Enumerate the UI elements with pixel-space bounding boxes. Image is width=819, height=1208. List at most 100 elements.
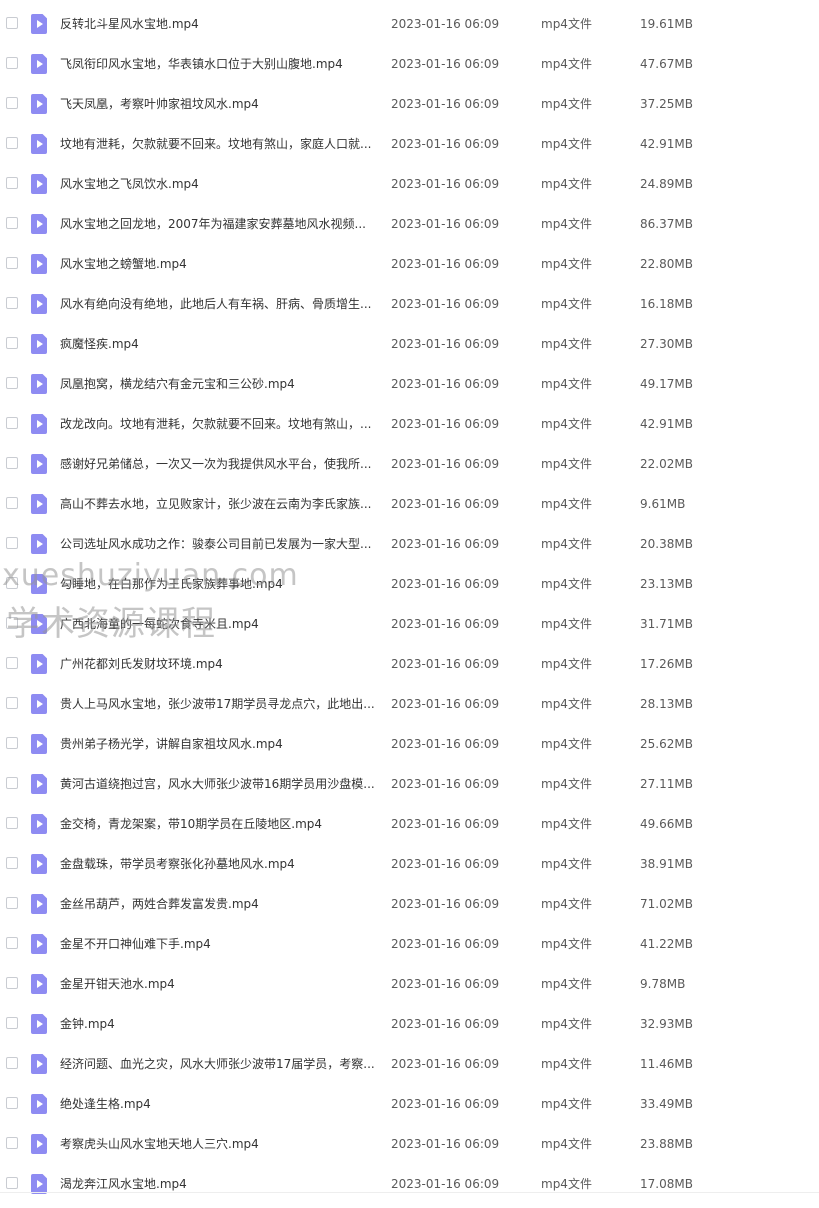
file-name[interactable]: 金星不开口神仙难下手.mp4 xyxy=(60,936,378,952)
file-row[interactable]: 坟地有泄耗，欠款就要不回来。坟地有煞山，家庭人口就... 2023-01-16 0… xyxy=(0,124,819,164)
checkbox-icon[interactable] xyxy=(6,897,18,909)
file-size: 47.67MB xyxy=(640,57,693,71)
file-name[interactable]: 金交椅，青龙架案，带10期学员在丘陵地区.mp4 xyxy=(60,816,378,832)
checkbox-icon[interactable] xyxy=(6,377,18,389)
video-file-icon xyxy=(31,334,47,354)
file-row[interactable]: 黄河古道绕抱过宫，风水大师张少波带16期学员用沙盘模... 2023-01-16 … xyxy=(0,764,819,804)
file-size: 25.62MB xyxy=(640,737,693,751)
file-row[interactable]: 贵州弟子杨光学，讲解自家祖坟风水.mp4 2023-01-16 06:09 mp4文… xyxy=(0,724,819,764)
checkbox-icon[interactable] xyxy=(6,57,18,69)
file-size: 28.13MB xyxy=(640,697,693,711)
file-name[interactable]: 飞天凤凰，考察叶帅家祖坟风水.mp4 xyxy=(60,96,378,112)
file-name[interactable]: 广州花都刘氏发财坟环境.mp4 xyxy=(60,656,378,672)
file-name[interactable]: 风水宝地之螃蟹地.mp4 xyxy=(60,256,378,272)
file-row[interactable]: 金星开钳天池水.mp4 2023-01-16 06:09 mp4文件 9.78MB xyxy=(0,964,819,1004)
checkbox-icon[interactable] xyxy=(6,937,18,949)
file-name[interactable]: 金丝吊葫芦，两姓合葬发富发贵.mp4 xyxy=(60,896,378,912)
checkbox-icon[interactable] xyxy=(6,337,18,349)
checkbox-icon[interactable] xyxy=(6,1137,18,1149)
file-row[interactable]: 金交椅，青龙架案，带10期学员在丘陵地区.mp4 2023-01-16 06:09… xyxy=(0,804,819,844)
file-row[interactable]: 贵人上马风水宝地，张少波带17期学员寻龙点穴，此地出... 2023-01-16 … xyxy=(0,684,819,724)
file-modified-date: 2023-01-16 06:09 xyxy=(391,697,500,711)
checkbox-icon[interactable] xyxy=(6,97,18,109)
checkbox-icon[interactable] xyxy=(6,1017,18,1029)
checkbox-icon[interactable] xyxy=(6,737,18,749)
file-name[interactable]: 考察虎头山风水宝地天地人三穴.mp4 xyxy=(60,1136,378,1152)
video-file-icon xyxy=(31,214,47,234)
file-row[interactable]: 感谢好兄弟储总，一次又一次为我提供风水平台，使我所... 2023-01-16 0… xyxy=(0,444,819,484)
file-name[interactable]: 风水宝地之回龙地，2007年为福建家安葬墓地风水视频... xyxy=(60,216,378,232)
file-row[interactable]: 疯魔怪疾.mp4 2023-01-16 06:09 mp4文件 27.30MB xyxy=(0,324,819,364)
checkbox-icon[interactable] xyxy=(6,497,18,509)
checkbox-icon[interactable] xyxy=(6,577,18,589)
file-name[interactable]: 金盘载珠，带学员考察张化孙墓地风水.mp4 xyxy=(60,856,378,872)
file-row[interactable]: 改龙改向。坟地有泄耗，欠款就要不回来。坟地有煞山，... 2023-01-16 0… xyxy=(0,404,819,444)
file-row[interactable]: 渴龙奔江风水宝地.mp4 2023-01-16 06:09 mp4文件 17.08MB xyxy=(0,1164,819,1204)
file-name[interactable]: 风水有绝向没有绝地，此地后人有车祸、肝病、骨质增生... xyxy=(60,296,378,312)
file-name[interactable]: 反转北斗星风水宝地.mp4 xyxy=(60,16,378,32)
file-row[interactable]: 金盘载珠，带学员考察张化孙墓地风水.mp4 2023-01-16 06:09 mp4… xyxy=(0,844,819,884)
checkbox-icon[interactable] xyxy=(6,857,18,869)
file-type: mp4文件 xyxy=(541,17,592,31)
file-name[interactable]: 金星开钳天池水.mp4 xyxy=(60,976,378,992)
file-row[interactable]: 经济问题、血光之灾，风水大师张少波带17届学员，考察... 2023-01-16 … xyxy=(0,1044,819,1084)
checkbox-icon[interactable] xyxy=(6,177,18,189)
file-row[interactable]: 绝处逢生格.mp4 2023-01-16 06:09 mp4文件 33.49MB xyxy=(0,1084,819,1124)
file-name[interactable]: 坟地有泄耗，欠款就要不回来。坟地有煞山，家庭人口就... xyxy=(60,136,378,152)
checkbox-icon[interactable] xyxy=(6,977,18,989)
file-name[interactable]: 贵州弟子杨光学，讲解自家祖坟风水.mp4 xyxy=(60,736,378,752)
file-row[interactable]: 反转北斗星风水宝地.mp4 2023-01-16 06:09 mp4文件 19.61M… xyxy=(0,4,819,44)
file-row[interactable]: 凤凰抱窝，横龙结穴有金元宝和三公砂.mp4 2023-01-16 06:09 mp4… xyxy=(0,364,819,404)
file-row[interactable]: 飞凤衔印风水宝地，华表镇水口位于大别山腹地.mp4 2023-01-16 06:0… xyxy=(0,44,819,84)
file-row[interactable]: 飞天凤凰，考察叶帅家祖坟风水.mp4 2023-01-16 06:09 mp4文件 3… xyxy=(0,84,819,124)
checkbox-icon[interactable] xyxy=(6,1057,18,1069)
file-name[interactable]: 疯魔怪疾.mp4 xyxy=(60,336,378,352)
file-name[interactable]: 渴龙奔江风水宝地.mp4 xyxy=(60,1176,378,1192)
checkbox-icon[interactable] xyxy=(6,1177,18,1189)
file-name[interactable]: 广西北海童的一每蛇次食寺米且.mp4 xyxy=(60,616,378,632)
file-row[interactable]: 风水宝地之回龙地，2007年为福建家安葬墓地风水视频... 2023-01-16 … xyxy=(0,204,819,244)
checkbox-icon[interactable] xyxy=(6,417,18,429)
file-row[interactable]: 高山不葬去水地，立见败家计，张少波在云南为李氏家族... 2023-01-16 0… xyxy=(0,484,819,524)
checkbox-icon[interactable] xyxy=(6,457,18,469)
file-name[interactable]: 改龙改向。坟地有泄耗，欠款就要不回来。坟地有煞山，... xyxy=(60,416,378,432)
file-name[interactable]: 公司选址风水成功之作：骏泰公司目前已发展为一家大型... xyxy=(60,536,378,552)
file-name[interactable]: 经济问题、血光之灾，风水大师张少波带17届学员，考察... xyxy=(60,1056,378,1072)
file-size: 24.89MB xyxy=(640,177,693,191)
file-row[interactable]: 金丝吊葫芦，两姓合葬发富发贵.mp4 2023-01-16 06:09 mp4文件 7… xyxy=(0,884,819,924)
checkbox-icon[interactable] xyxy=(6,137,18,149)
file-name[interactable]: 高山不葬去水地，立见败家计，张少波在云南为李氏家族... xyxy=(60,496,378,512)
file-name[interactable]: 凤凰抱窝，横龙结穴有金元宝和三公砂.mp4 xyxy=(60,376,378,392)
checkbox-icon[interactable] xyxy=(6,257,18,269)
file-row[interactable]: 公司选址风水成功之作：骏泰公司目前已发展为一家大型... 2023-01-16 0… xyxy=(0,524,819,564)
checkbox-icon[interactable] xyxy=(6,297,18,309)
file-name[interactable]: 感谢好兄弟储总，一次又一次为我提供风水平台，使我所... xyxy=(60,456,378,472)
checkbox-icon[interactable] xyxy=(6,1097,18,1109)
checkbox-icon[interactable] xyxy=(6,657,18,669)
file-name[interactable]: 黄河古道绕抱过宫，风水大师张少波带16期学员用沙盘模... xyxy=(60,776,378,792)
file-name[interactable]: 贵人上马风水宝地，张少波带17期学员寻龙点穴，此地出... xyxy=(60,696,378,712)
file-name[interactable]: 金钟.mp4 xyxy=(60,1016,378,1032)
file-row[interactable]: 金星不开口神仙难下手.mp4 2023-01-16 06:09 mp4文件 41.22… xyxy=(0,924,819,964)
checkbox-icon[interactable] xyxy=(6,17,18,29)
checkbox-icon[interactable] xyxy=(6,697,18,709)
file-modified-date: 2023-01-16 06:09 xyxy=(391,1017,500,1031)
file-row[interactable]: 风水宝地之飞凤饮水.mp4 2023-01-16 06:09 mp4文件 24.89M… xyxy=(0,164,819,204)
file-row[interactable]: 考察虎头山风水宝地天地人三穴.mp4 2023-01-16 06:09 mp4文件 2… xyxy=(0,1124,819,1164)
checkbox-icon[interactable] xyxy=(6,617,18,629)
file-name[interactable]: 绝处逢生格.mp4 xyxy=(60,1096,378,1112)
file-name[interactable]: 勾睡地，在白那作为王氏家族葬事地.mp4 xyxy=(60,576,378,592)
checkbox-icon[interactable] xyxy=(6,217,18,229)
file-row[interactable]: 金钟.mp4 2023-01-16 06:09 mp4文件 32.93MB xyxy=(0,1004,819,1044)
file-row[interactable]: 风水宝地之螃蟹地.mp4 2023-01-16 06:09 mp4文件 22.80MB xyxy=(0,244,819,284)
file-row[interactable]: 广州花都刘氏发财坟环境.mp4 2023-01-16 06:09 mp4文件 17.2… xyxy=(0,644,819,684)
file-row[interactable]: 广西北海童的一每蛇次食寺米且.mp4 2023-01-16 06:09 mp4文件 3… xyxy=(0,604,819,644)
file-name[interactable]: 风水宝地之飞凤饮水.mp4 xyxy=(60,176,378,192)
checkbox-icon[interactable] xyxy=(6,537,18,549)
file-row[interactable]: 风水有绝向没有绝地，此地后人有车祸、肝病、骨质增生... 2023-01-16 0… xyxy=(0,284,819,324)
checkbox-icon[interactable] xyxy=(6,817,18,829)
file-modified-date: 2023-01-16 06:09 xyxy=(391,137,500,151)
file-row[interactable]: 勾睡地，在白那作为王氏家族葬事地.mp4 2023-01-16 06:09 mp4文… xyxy=(0,564,819,604)
file-name[interactable]: 飞凤衔印风水宝地，华表镇水口位于大别山腹地.mp4 xyxy=(60,56,378,72)
checkbox-icon[interactable] xyxy=(6,777,18,789)
